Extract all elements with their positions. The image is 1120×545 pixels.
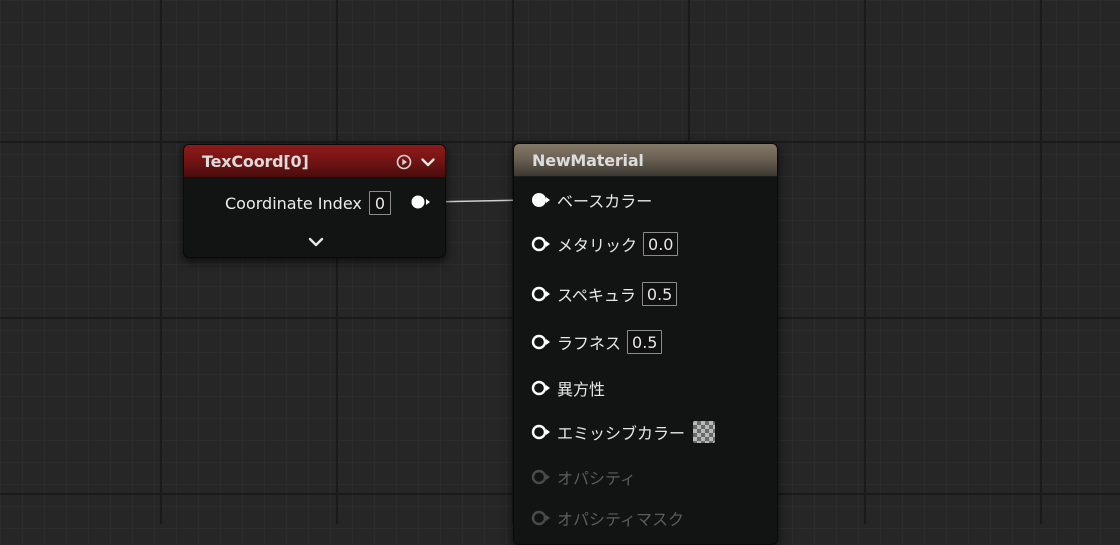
play-circle-icon[interactable] — [395, 145, 413, 178]
roughness-value-input[interactable]: 0.5 — [627, 330, 663, 354]
pin-row-metallic[interactable]: メタリック 0.0 — [531, 232, 679, 256]
emissive-color-swatch[interactable] — [693, 421, 716, 443]
expand-chevron-down-icon[interactable] — [307, 234, 325, 254]
metallic-value-input[interactable]: 0.0 — [643, 232, 679, 256]
collapse-chevron-down-icon[interactable] — [417, 145, 439, 178]
input-pin-icon[interactable] — [531, 424, 550, 440]
coordinate-index-input[interactable]: 0 — [368, 191, 392, 215]
pin-row-opacity: オパシティ — [531, 465, 636, 489]
pin-row-anisotropy[interactable]: 異方性 — [531, 376, 605, 400]
coordinate-index-row: Coordinate Index 0 — [225, 191, 392, 215]
texcoord-node-title: TexCoord[0] — [202, 151, 309, 171]
material-node-title: NewMaterial — [532, 150, 644, 170]
pin-label: オパシティ — [557, 469, 637, 488]
material-node-header[interactable]: NewMaterial — [514, 144, 777, 177]
coordinate-index-label: Coordinate Index — [225, 193, 362, 213]
pin-label: メタリック — [557, 236, 638, 255]
pin-row-base-color[interactable]: ベースカラー — [531, 188, 652, 212]
pin-label: オパシティマスク — [557, 510, 685, 529]
pin-label: ラフネス — [557, 334, 622, 353]
input-pin-icon[interactable] — [531, 286, 550, 302]
texcoord-output-pin[interactable] — [410, 194, 432, 214]
specular-value-input[interactable]: 0.5 — [641, 282, 678, 306]
pin-row-roughness[interactable]: ラフネス 0.5 — [531, 330, 663, 354]
connected-pin-icon[interactable] — [531, 192, 550, 208]
pin-label: エミッシブカラー — [557, 424, 686, 443]
pin-row-emissive-color[interactable]: エミッシブカラー — [531, 420, 716, 444]
disabled-pin-icon — [531, 469, 550, 485]
input-pin-icon[interactable] — [531, 236, 550, 252]
pin-label: スペキュラ — [557, 286, 636, 305]
input-pin-icon[interactable] — [531, 334, 550, 350]
pin-label: 異方性 — [557, 380, 606, 399]
pin-label: ベースカラー — [557, 192, 653, 211]
pin-row-opacity-mask: オパシティマスク — [531, 506, 684, 530]
input-pin-icon[interactable] — [531, 380, 550, 396]
pin-row-specular[interactable]: スペキュラ 0.5 — [531, 282, 678, 306]
